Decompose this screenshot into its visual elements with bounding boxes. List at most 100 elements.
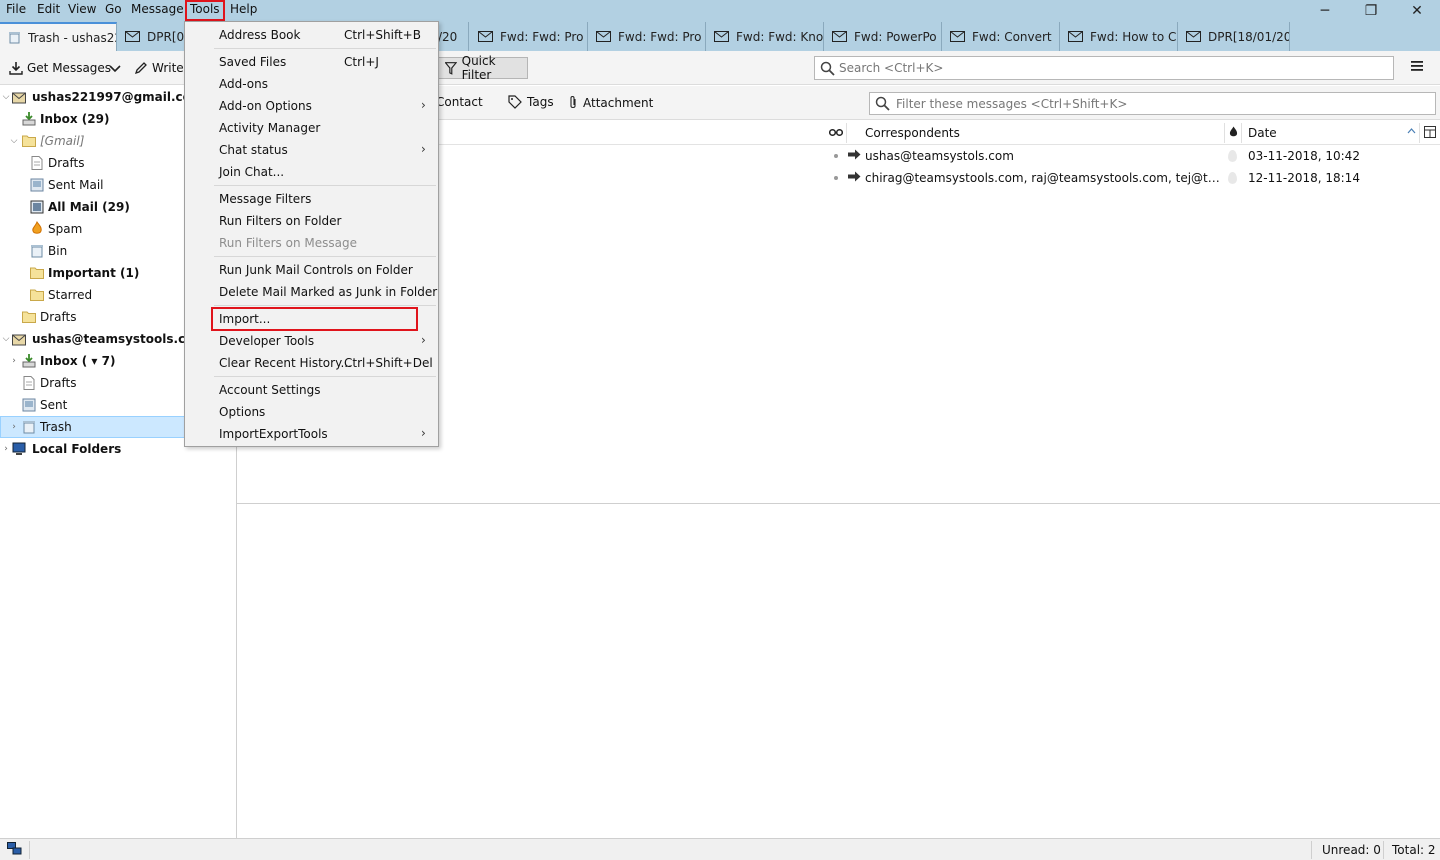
menu-item-saved-files[interactable]: Saved Files Ctrl+J	[185, 51, 438, 73]
menu-go[interactable]: Go	[105, 2, 122, 16]
read-status-dot[interactable]	[834, 176, 838, 180]
tools-highlight-box	[185, 0, 225, 21]
menu-item-activity-manager[interactable]: Activity Manager	[185, 117, 438, 139]
menu-item-shortcut: Ctrl+Shift+B	[344, 28, 421, 42]
global-search-input[interactable]: Search <Ctrl+K>	[814, 56, 1394, 80]
menu-separator	[214, 305, 436, 306]
funnel-icon	[445, 61, 457, 75]
tab-fwd-powerpo[interactable]: Fwd: PowerPo	[824, 22, 942, 51]
online-status-icon[interactable]	[7, 842, 22, 856]
forwarded-arrow-icon	[848, 171, 861, 182]
menu-item-join-chat[interactable]: Join Chat...	[185, 161, 438, 183]
menu-item-options[interactable]: Options	[185, 401, 438, 423]
attachment-filter-label: Attachment	[583, 95, 654, 110]
menu-item-add-ons[interactable]: Add-ons	[185, 73, 438, 95]
tab-dpr-18[interactable]: DPR[18/01/20	[1178, 22, 1290, 51]
trash-icon	[9, 32, 20, 44]
expand-twisty[interactable]: ›	[1, 444, 11, 454]
drafts-icon	[31, 156, 43, 170]
attachment-filter-button[interactable]: Attachment	[568, 95, 653, 110]
menu-edit[interactable]: Edit	[37, 2, 60, 16]
collapse-twisty[interactable]: ⌵	[1, 92, 11, 102]
trash-icon	[23, 421, 35, 434]
submenu-arrow-icon: ›	[421, 98, 426, 112]
tab-partial[interactable]: /20	[438, 22, 469, 51]
submenu-arrow-icon: ›	[421, 426, 426, 440]
column-picker-icon[interactable]	[1424, 126, 1436, 138]
hamburger-menu-icon[interactable]	[1410, 60, 1424, 72]
filter-messages-input[interactable]: Filter these messages <Ctrl+Shift+K>	[869, 92, 1436, 115]
envelope-icon	[125, 31, 140, 42]
tab-fwd-fwd-pro-1[interactable]: Fwd: Fwd: Pro	[470, 22, 588, 51]
junk-status-column-icon[interactable]	[1229, 126, 1238, 138]
message-preview-pane	[237, 505, 1440, 838]
menu-item-run-filters-message: Run Filters on Message	[185, 232, 438, 254]
menu-item-label: Account Settings	[219, 383, 321, 397]
bin-icon	[31, 245, 43, 258]
menu-help[interactable]: Help	[230, 2, 257, 16]
menu-item-add-on-options[interactable]: Add-on Options ›	[185, 95, 438, 117]
date-column-header[interactable]: Date	[1248, 126, 1277, 140]
menu-item-address-book[interactable]: Address Book Ctrl+Shift+B	[185, 24, 438, 46]
thread-column-icon[interactable]	[829, 128, 843, 137]
get-messages-dropdown[interactable]	[109, 58, 125, 78]
menu-item-label: Activity Manager	[219, 121, 321, 135]
collapse-twisty[interactable]: ⌵	[1, 334, 11, 344]
menu-item-account-settings[interactable]: Account Settings	[185, 379, 438, 401]
pencil-icon	[134, 62, 147, 75]
read-status-dot[interactable]	[834, 154, 838, 158]
folder-label: Trash	[40, 420, 72, 434]
quick-filter-button[interactable]: Quick Filter	[438, 54, 528, 82]
menu-item-delete-junk[interactable]: Delete Mail Marked as Junk in Folder	[185, 281, 438, 303]
envelope-icon	[832, 31, 847, 42]
folder-label: Inbox ( ▾ 7)	[40, 354, 116, 368]
status-bar: Unread: 0 Total: 2	[0, 838, 1440, 860]
junk-status-icon[interactable]	[1228, 172, 1237, 184]
tab-fwd-convert[interactable]: Fwd: Convert	[942, 22, 1060, 51]
junk-status-icon[interactable]	[1228, 150, 1237, 162]
menu-item-importexporttools[interactable]: ImportExportTools ›	[185, 423, 438, 445]
folder-label: Spam	[48, 222, 83, 236]
get-messages-button[interactable]: Get Messages	[9, 58, 111, 78]
menu-view[interactable]: View	[68, 2, 96, 16]
menu-message[interactable]: Message	[131, 2, 184, 16]
tab-dpr-09[interactable]: DPR[09	[117, 22, 185, 51]
menu-item-label: Clear Recent History...	[219, 356, 352, 370]
write-label: Write	[152, 61, 184, 75]
correspondents-column-header[interactable]: Correspondents	[865, 126, 960, 140]
tab-fwd-how-to[interactable]: Fwd: How to C	[1060, 22, 1178, 51]
drafts-icon	[23, 376, 35, 390]
tab-fwd-fwd-pro-2[interactable]: Fwd: Fwd: Pro	[588, 22, 706, 51]
expand-twisty[interactable]: ›	[9, 422, 19, 432]
menu-item-run-junk-controls[interactable]: Run Junk Mail Controls on Folder	[185, 259, 438, 281]
collapse-twisty[interactable]: ⌵	[9, 136, 19, 146]
contact-filter-button[interactable]: Contact	[436, 95, 483, 109]
folder-label: Drafts	[40, 310, 77, 324]
folder-trash-selected[interactable]: › Trash	[0, 416, 185, 438]
folder-icon	[22, 311, 36, 323]
menu-item-clear-history[interactable]: Clear Recent History... Ctrl+Shift+Del	[185, 352, 438, 374]
tab-fwd-fwd-kno[interactable]: Fwd: Fwd: Kno	[706, 22, 824, 51]
search-icon	[820, 61, 835, 76]
expand-twisty[interactable]: ›	[9, 356, 19, 366]
spam-flame-icon	[32, 221, 42, 234]
inbox-icon	[22, 354, 36, 368]
folder-label: All Mail (29)	[48, 200, 130, 214]
menu-item-run-filters-folder[interactable]: Run Filters on Folder	[185, 210, 438, 232]
download-icon	[9, 62, 23, 75]
menu-item-message-filters[interactable]: Message Filters	[185, 188, 438, 210]
menu-item-label: Run Filters on Folder	[219, 214, 342, 228]
menu-file[interactable]: File	[6, 2, 26, 16]
account-envelope-icon	[12, 334, 26, 346]
status-separator	[1311, 841, 1312, 859]
menu-item-label: Saved Files	[219, 55, 287, 69]
write-button[interactable]: Write	[134, 58, 184, 78]
envelope-icon	[1186, 31, 1201, 42]
tab-trash[interactable]: Trash - ushas22	[0, 22, 117, 51]
tab-label: Fwd: Fwd: Pro	[618, 29, 702, 44]
tags-filter-button[interactable]: Tags	[508, 95, 554, 109]
menu-item-chat-status[interactable]: Chat status ›	[185, 139, 438, 161]
menu-item-label: Developer Tools	[219, 334, 315, 348]
folder-icon	[30, 267, 44, 279]
menu-item-developer-tools[interactable]: Developer Tools ›	[185, 330, 438, 352]
